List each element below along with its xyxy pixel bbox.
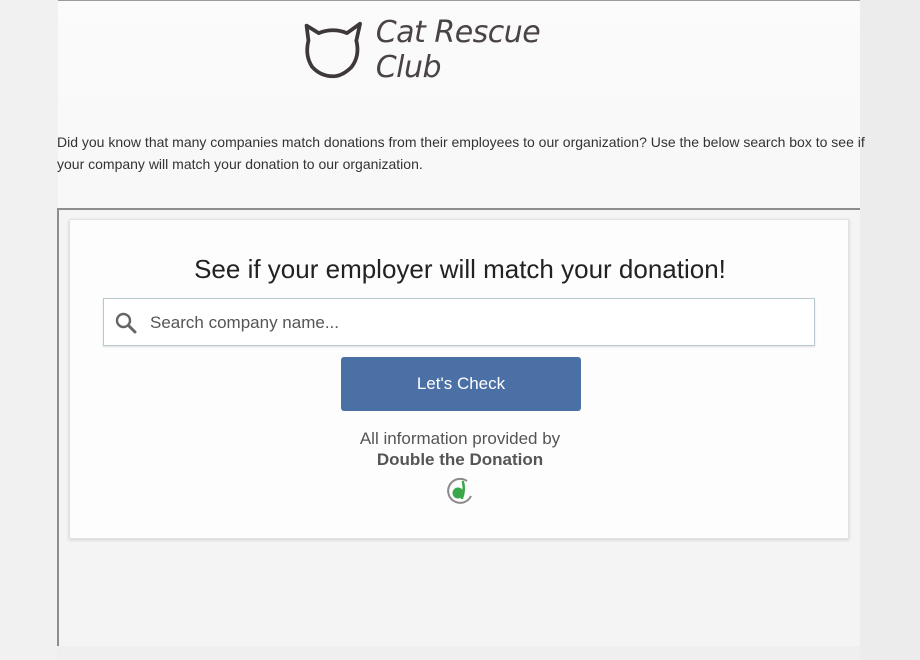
provided-by-label: All information provided by (359, 429, 561, 448)
left-margin (0, 0, 58, 660)
right-margin (860, 0, 920, 660)
employer-match-card: See if your employer will match your don… (69, 219, 849, 539)
double-the-donation-logo-icon[interactable] (445, 476, 475, 506)
site-header: Cat Rescue Club (300, 15, 600, 85)
search-box[interactable] (103, 298, 815, 347)
search-icon (115, 312, 137, 334)
lets-check-button[interactable]: Let's Check (341, 357, 581, 411)
widget-bottom-edge (57, 646, 860, 660)
provider-name[interactable]: Double the Donation (70, 449, 850, 470)
brand-name: Cat Rescue Club (375, 15, 541, 85)
card-title: See if your employer will match your don… (194, 254, 726, 284)
intro-text: Did you know that many companies match d… (57, 134, 865, 172)
search-company-input[interactable] (148, 299, 802, 347)
cat-head-outline-icon (304, 21, 362, 79)
